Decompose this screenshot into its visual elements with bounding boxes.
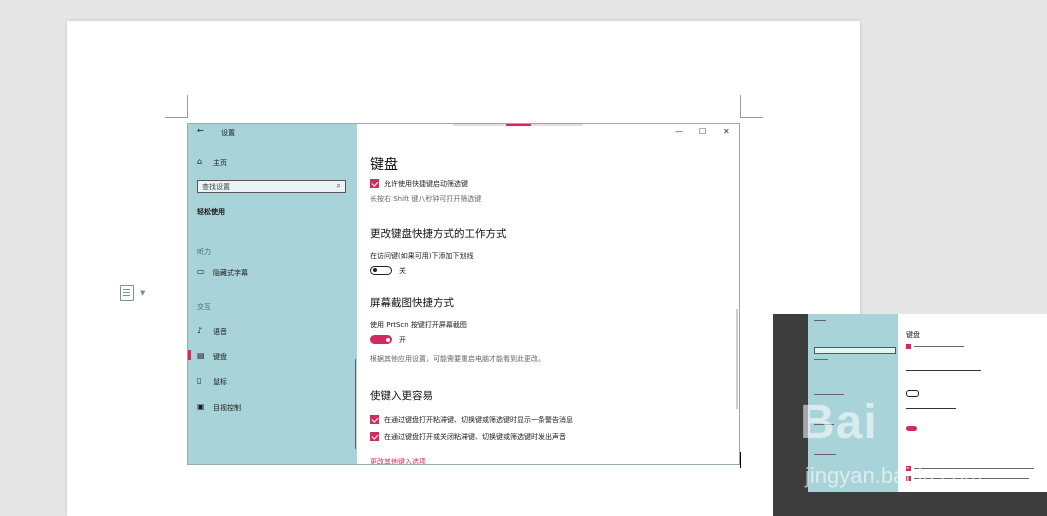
crop-mark-top-left [165, 95, 188, 118]
underline-label: 在访问键(如果可用)下添加下划线 [370, 252, 474, 260]
nav-eye-control-label: 目视控制 [213, 404, 241, 412]
section-easier-heading: 使键入更容易 [370, 390, 433, 402]
nav-mouse-label: 鼠标 [213, 378, 227, 386]
selected-indicator [188, 350, 191, 360]
category-label: 轻松使用 [197, 208, 225, 216]
thumbnail-line [814, 359, 828, 360]
thumbnail-toggle [906, 426, 917, 431]
nav-speech-label: 语音 [213, 328, 227, 336]
main-scrollbar[interactable] [736, 309, 738, 409]
mouse-icon: ▯ [197, 376, 202, 385]
prtscn-toggle-state: 开 [399, 336, 406, 344]
filter-keys-label: 允许使用快捷键启动筛选键 [384, 180, 468, 188]
chevron-down-icon[interactable]: ▼ [140, 289, 145, 297]
sticky-warning-label: 在通过键盘打开粘滞键、切换键或筛选键时显示一条警告消息 [384, 416, 573, 424]
minimize-button[interactable]: — [675, 127, 683, 136]
baidu-watermark: Bai [800, 396, 878, 449]
captions-icon: ▭ [197, 267, 205, 276]
baidu-watermark-cn: 经验 [935, 418, 1003, 458]
keyboard-icon: ▤ [197, 351, 205, 360]
underline-toggle[interactable] [370, 266, 392, 275]
thumbnail-line [906, 408, 956, 409]
maximize-button[interactable]: ☐ [699, 127, 706, 136]
sticky-sound-label: 在通过键盘打开或关闭粘滞键、切换键或筛选键时发出声音 [384, 433, 566, 441]
thumbnail-title: 键盘 [906, 331, 920, 339]
nav-keyboard-label: 键盘 [213, 353, 227, 361]
underline-toggle-state: 关 [399, 267, 406, 275]
nav-home-label: 主页 [213, 159, 227, 167]
thumbnail-line [814, 320, 826, 321]
more-typing-options-link[interactable]: 更改其他键入选项 [370, 457, 426, 464]
group-hearing: 听力 [197, 248, 211, 256]
prtscn-toggle[interactable] [370, 335, 392, 344]
thumbnail-line [814, 454, 836, 455]
filter-keys-checkbox[interactable] [370, 179, 379, 188]
thumbnail-checkbox [906, 344, 911, 349]
sidebar-scrollbar[interactable] [355, 359, 356, 449]
crop-mark-top-right [740, 95, 763, 118]
back-arrow-icon[interactable]: ← [197, 126, 204, 135]
nav-captions-label: 隐藏式字幕 [213, 269, 248, 277]
sticky-sound-checkbox[interactable] [370, 432, 379, 441]
group-interaction: 交互 [197, 303, 211, 311]
eye-control-icon: ▣ [197, 402, 205, 411]
search-placeholder: 查找设置 [202, 183, 230, 191]
search-icon: ⌕ [336, 181, 341, 190]
text-cursor [740, 452, 741, 468]
close-button[interactable]: ✕ [723, 127, 730, 136]
section-shortcuts-heading: 更改键盘快捷方式的工作方式 [370, 228, 507, 240]
microphone-icon: ♪ [197, 326, 203, 335]
window-title: 设置 [221, 129, 235, 137]
settings-main: — ☐ ✕ 键盘 允许使用快捷键启动筛选键 长按右 Shift 键八秒钟可打开筛… [357, 124, 739, 464]
settings-window: ← 设置 ⌂ 主页 查找设置 ⌕ 轻松使用 听力 ▭ 隐藏式字幕 交互 ♪ 语音… [187, 123, 740, 465]
prtscn-label: 使用 PrtScn 按键打开屏幕截图 [370, 321, 467, 329]
prtscn-hint: 根据其他应用设置，可能需要重启电脑才能看到此更改。 [370, 355, 545, 363]
page-title: 键盘 [370, 157, 398, 173]
thumbnail-toggle [906, 390, 919, 397]
section-screenshot-heading: 屏幕截图快捷方式 [370, 297, 454, 309]
filter-keys-hint: 长按右 Shift 键八秒钟可打开筛选键 [370, 195, 482, 203]
home-icon: ⌂ [197, 157, 203, 166]
thumbnail-line [906, 370, 981, 371]
search-input[interactable]: 查找设置 ⌕ [197, 180, 346, 193]
document-icon[interactable] [120, 285, 134, 301]
thumbnail-search [814, 347, 896, 354]
sticky-warning-checkbox[interactable] [370, 415, 379, 424]
baidu-watermark-sub: jingyan.baidu.com [805, 463, 983, 488]
settings-sidebar: ← 设置 ⌂ 主页 查找设置 ⌕ 轻松使用 听力 ▭ 隐藏式字幕 交互 ♪ 语音… [188, 124, 357, 464]
thumbnail-line [914, 346, 964, 347]
